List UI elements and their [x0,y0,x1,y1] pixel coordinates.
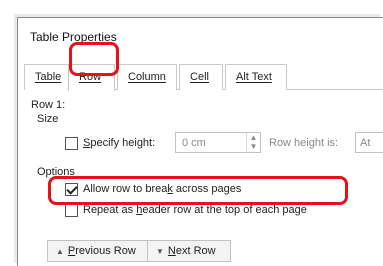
previous-row-button[interactable]: ▲ Previous Row [47,240,154,262]
repeat-header-label[interactable]: Repeat as header row at the top of each … [83,204,307,216]
specify-height-label[interactable]: Specify height: [83,137,155,149]
specify-height-checkbox[interactable] [65,137,78,150]
next-row-button[interactable]: ▼ Next Row [147,240,231,262]
allow-break-highlight [48,176,348,205]
row-tab-highlight [69,42,119,76]
height-input[interactable]: 0 cm ▲ ▼ [175,132,261,153]
row-height-is-select[interactable]: At [355,132,383,153]
row-heading: Row 1: [31,99,66,111]
row-height-is-label: Row height is: [269,137,339,149]
height-spinner[interactable]: ▲ ▼ [246,133,260,152]
up-triangle-icon: ▲ [56,247,64,256]
down-triangle-icon: ▼ [156,247,164,256]
repeat-header-checkbox[interactable] [65,204,78,217]
size-label: Size [37,113,59,125]
